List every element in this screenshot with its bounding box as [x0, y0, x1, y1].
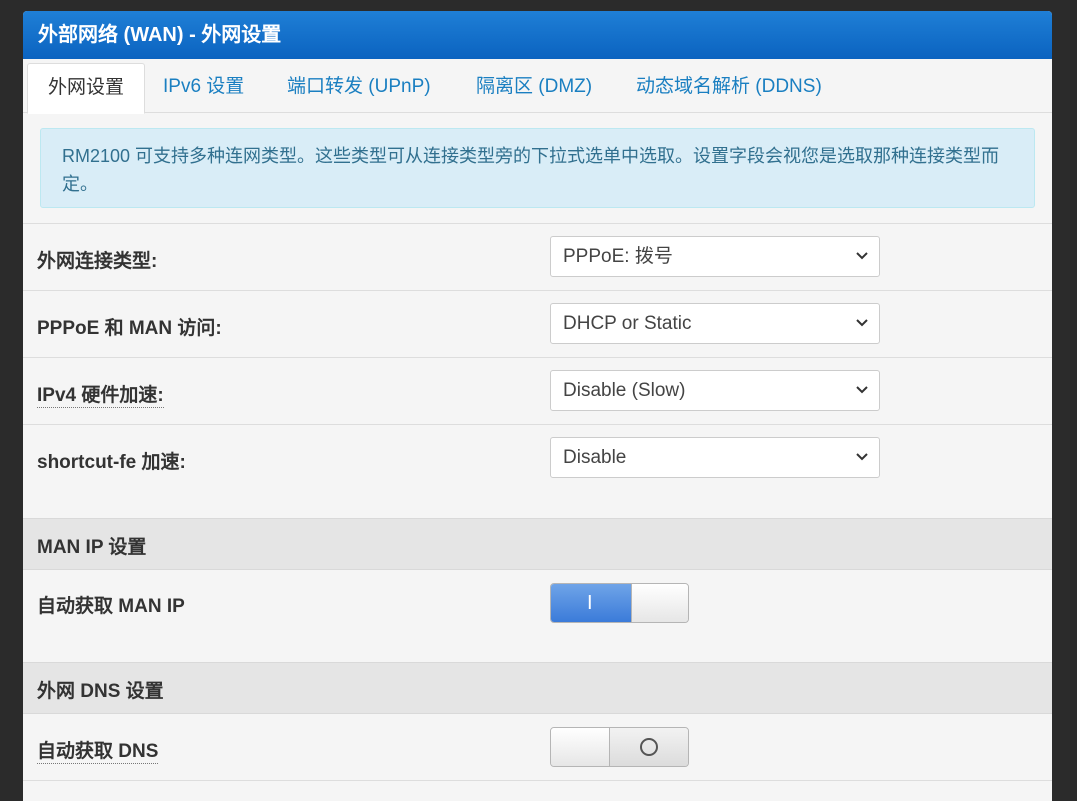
auto-man-ip-label: 自动获取 MAN IP: [37, 596, 185, 617]
toggle-knob: [631, 584, 688, 622]
tab-ddns[interactable]: 动态域名解析 (DDNS): [616, 63, 842, 113]
auto-man-ip-row: 自动获取 MAN IP I: [23, 570, 1052, 662]
man-ip-section-header: MAN IP 设置: [23, 518, 1052, 570]
dns-section-header: 外网 DNS 设置: [23, 662, 1052, 714]
wan-type-select[interactable]: PPPoE: 拨号: [550, 236, 880, 277]
panel-title: 外部网络 (WAN) - 外网设置: [23, 11, 1052, 59]
tab-dmz[interactable]: 隔离区 (DMZ): [456, 63, 612, 113]
wan-type-value: PPPoE: 拨号: [563, 246, 673, 267]
chevron-down-icon: [856, 252, 868, 260]
auto-man-ip-toggle[interactable]: I: [550, 583, 689, 623]
wan-type-label: 外网连接类型:: [37, 251, 158, 272]
auto-dns-toggle[interactable]: O: [550, 727, 689, 767]
toggle-off-part: O: [610, 728, 688, 766]
ipv4-hw-select[interactable]: Disable (Slow): [550, 370, 880, 411]
ipv4-hw-label: IPv4 硬件加速:: [37, 380, 164, 408]
dns-section-title: 外网 DNS 设置: [37, 681, 164, 702]
toggle-knob: [551, 728, 610, 766]
tab-bar: 外网设置 IPv6 设置 端口转发 (UPnP) 隔离区 (DMZ) 动态域名解…: [23, 59, 1052, 114]
shortcut-fe-row: shortcut-fe 加速: Disable: [23, 424, 1052, 518]
chevron-down-icon: [856, 319, 868, 327]
auto-dns-label: 自动获取 DNS: [37, 736, 159, 764]
chevron-down-icon: [856, 386, 868, 394]
pppoe-man-label: PPPoE 和 MAN 访问:: [37, 318, 222, 339]
wan-settings-panel: 外部网络 (WAN) - 外网设置 外网设置 IPv6 设置 端口转发 (UPn…: [23, 11, 1052, 801]
toggle-off-circle-icon: [640, 738, 658, 756]
chevron-down-icon: [856, 453, 868, 461]
shortcut-fe-value: Disable: [563, 447, 627, 468]
ipv4-hw-value: Disable (Slow): [563, 380, 686, 401]
shortcut-fe-select[interactable]: Disable: [550, 437, 880, 478]
tab-ipv6-settings[interactable]: IPv6 设置: [143, 63, 264, 113]
info-alert: RM2100 可支持多种连网类型。这些类型可从连接类型旁的下拉式选单中选取。设置…: [40, 128, 1035, 208]
wan-type-row: 外网连接类型: PPPoE: 拨号: [23, 223, 1052, 290]
shortcut-fe-label: shortcut-fe 加速:: [37, 452, 186, 473]
toggle-on-part: I: [551, 584, 631, 622]
pppoe-man-value: DHCP or Static: [563, 313, 692, 334]
ipv4-hw-row: IPv4 硬件加速: Disable (Slow): [23, 357, 1052, 424]
pppoe-man-row: PPPoE 和 MAN 访问: DHCP or Static: [23, 290, 1052, 357]
man-ip-section-title: MAN IP 设置: [37, 537, 147, 558]
tab-port-forwarding[interactable]: 端口转发 (UPnP): [267, 63, 451, 113]
toggle-on-glyph: I: [587, 592, 593, 614]
pppoe-man-select[interactable]: DHCP or Static: [550, 303, 880, 344]
auto-dns-row: 自动获取 DNS O: [23, 714, 1052, 781]
tab-wan-settings[interactable]: 外网设置: [27, 63, 146, 114]
